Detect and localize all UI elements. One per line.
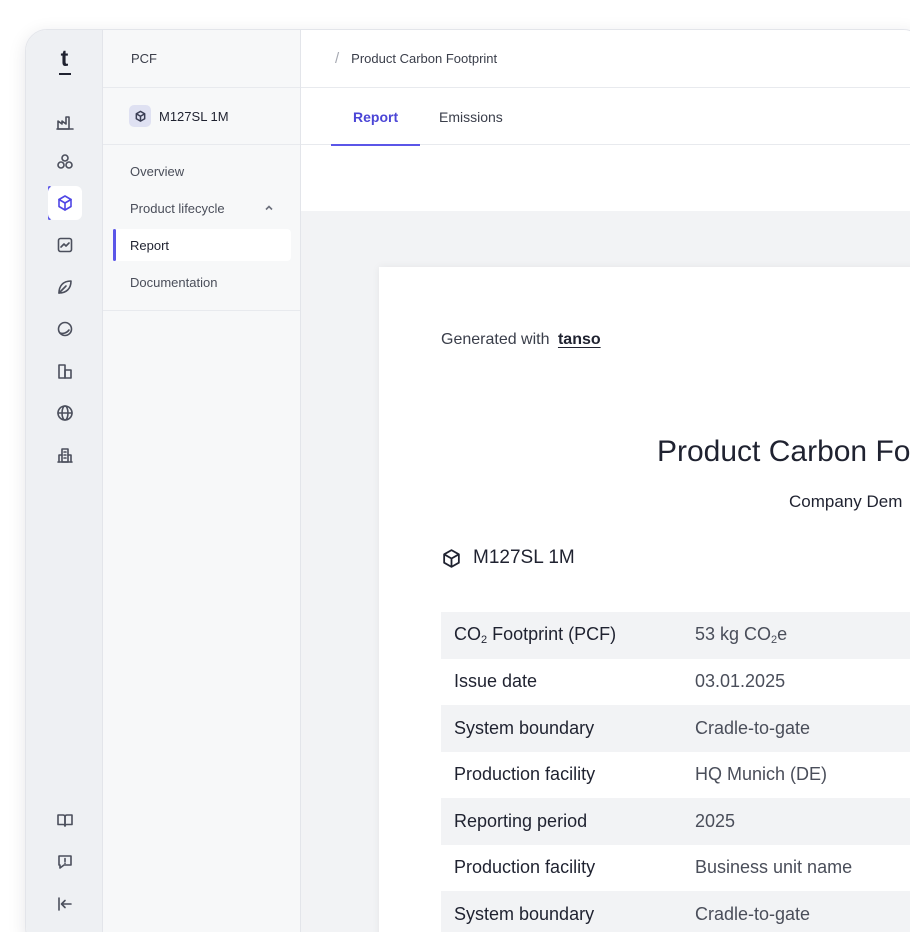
fact-label: System boundary — [454, 903, 595, 924]
document-title: Product Carbon Fo — [657, 435, 910, 468]
tab-emissions[interactable]: Emissions — [417, 88, 525, 145]
facts-table: CO2 Footprint (PCF) 53 kg CO2e Issue dat… — [441, 612, 910, 932]
tab-report[interactable]: Report — [331, 88, 421, 146]
book-icon[interactable] — [48, 803, 82, 837]
factory-icon[interactable] — [48, 105, 82, 139]
fact-label: Reporting period — [454, 810, 588, 831]
table-row: Issue date 03.01.2025 — [441, 659, 910, 706]
tab-label: Emissions — [439, 108, 503, 125]
secondary-sidebar: PCF M127SL 1M Overview Product lifecycle… — [103, 30, 301, 932]
brand-logo-letter: t — [60, 45, 69, 71]
globe-orbit-icon[interactable] — [48, 312, 82, 346]
sidebar-item-label: Product lifecycle — [130, 200, 225, 216]
cube-icon — [443, 548, 460, 568]
fact-label: System boundary — [454, 717, 595, 738]
breadcrumb-current[interactable]: Product Carbon Footprint — [351, 51, 497, 66]
tab-label: Report — [353, 108, 399, 125]
sidebar-item-label: Overview — [130, 163, 185, 179]
fact-value: 03.01.2025 — [695, 671, 786, 692]
fact-label: Production facility — [454, 764, 596, 785]
sidebar-item-overview[interactable]: Overview — [113, 155, 291, 187]
table-row: CO2 Footprint (PCF) 53 kg CO2e — [441, 612, 910, 659]
sidebar-nav: Overview Product lifecycle Report Docume… — [103, 145, 300, 311]
world-icon[interactable] — [48, 396, 82, 430]
breadcrumb: / Product Carbon Footprint — [301, 30, 910, 88]
sidebar-product-name: M127SL 1M — [159, 108, 229, 124]
main-content: / Product Carbon Footprint Report Emissi… — [301, 30, 910, 932]
sidebar-item-documentation[interactable]: Documentation — [113, 266, 291, 298]
icon-rail: t — [26, 30, 103, 932]
chevron-up-icon — [263, 202, 275, 214]
product-icon — [129, 105, 151, 127]
report-document: Generated with tanso Product Carbon Fo C… — [379, 267, 910, 932]
fact-label: Issue date — [454, 671, 538, 692]
sidebar-item-product-lifecycle[interactable]: Product lifecycle — [113, 192, 291, 224]
fact-label: CO2 Footprint (PCF) — [454, 624, 617, 647]
sidebar-item-label: Report — [130, 237, 170, 253]
table-row: Production facility Business unit name — [441, 845, 910, 892]
fact-value: Business unit name — [695, 857, 853, 878]
document-subtitle: Company Dem — [789, 492, 903, 511]
fact-value: HQ Munich (DE) — [695, 764, 828, 785]
collapse-icon[interactable] — [48, 887, 82, 921]
breadcrumb-separator: / — [335, 50, 340, 67]
feedback-icon[interactable] — [48, 845, 82, 879]
fact-label: Production facility — [454, 857, 596, 878]
fact-value: 2025 — [695, 810, 736, 831]
document-product: M127SL 1M — [441, 547, 575, 569]
tab-bar: Report Emissions — [301, 88, 910, 146]
sidebar-product[interactable]: M127SL 1M — [103, 88, 300, 145]
brand-logo[interactable]: t — [26, 45, 103, 75]
leaf-icon[interactable] — [48, 270, 82, 304]
table-row: System boundary Cradle-to-gate — [441, 891, 910, 932]
table-row: System boundary Cradle-to-gate — [441, 705, 910, 752]
tanso-logo: tanso — [557, 331, 601, 348]
fact-value: Cradle-to-gate — [695, 717, 811, 738]
table-row: Production facility HQ Munich (DE) — [441, 752, 910, 799]
buildings-icon[interactable] — [48, 354, 82, 388]
sidebar-header: PCF — [103, 30, 300, 88]
fact-value: 53 kg CO2e — [695, 624, 788, 647]
app-window: t PCF M127SL 1M Overview Product lifecyc… — [25, 29, 910, 932]
fact-value: Cradle-to-gate — [695, 903, 811, 924]
sidebar-item-label: Documentation — [130, 274, 218, 290]
office-icon[interactable] — [48, 438, 82, 472]
generated-with-text: Generated with — [441, 331, 550, 348]
table-row: Reporting period 2025 — [441, 798, 910, 845]
molecule-icon[interactable] — [48, 145, 82, 179]
generated-with: Generated with tanso — [441, 331, 601, 349]
sidebar-item-report[interactable]: Report — [113, 229, 291, 261]
report-toolbar — [301, 145, 910, 211]
chart-icon[interactable] — [48, 228, 82, 262]
cube-icon[interactable] — [48, 186, 82, 220]
document-product-name: M127SL 1M — [473, 547, 575, 568]
